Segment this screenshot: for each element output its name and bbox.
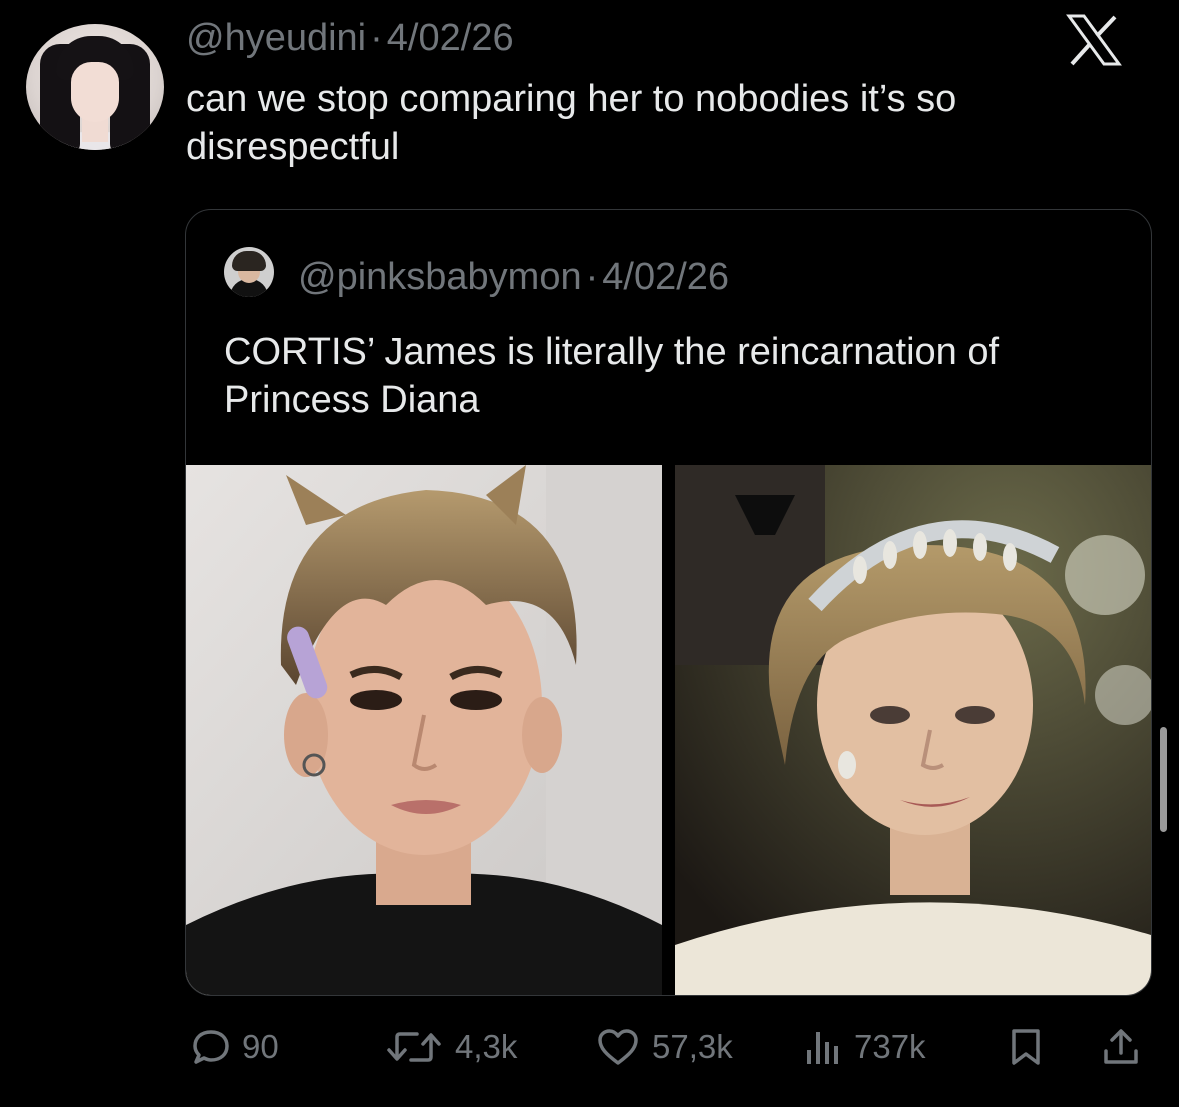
share-upload-icon	[1104, 1029, 1138, 1064]
tweet-text: can we stop comparing her to nobodies it…	[186, 78, 957, 168]
quoted-tweet-text: CORTIS’ James is literally the reincarna…	[224, 331, 1000, 421]
quoted-tweet-card[interactable]: @pinksbabymon · 4/02/26 CORTIS’ James is l…	[185, 209, 1152, 996]
media-photo-right[interactable]	[675, 465, 1151, 995]
photo-young-man-illustration	[186, 465, 662, 995]
bar-chart-icon	[807, 1032, 838, 1064]
media-photo-left[interactable]	[186, 465, 662, 995]
tweet-action-bar: 90 4,3k 57,3k 737k	[0, 1012, 1179, 1082]
bookmark-button[interactable]	[1008, 1012, 1044, 1082]
quoted-avatar-hair	[232, 251, 266, 271]
speech-bubble-icon	[193, 1030, 229, 1064]
scrollbar-thumb[interactable]	[1160, 727, 1167, 832]
tweet-header: @hyeudini · 4/02/26	[186, 14, 514, 62]
share-button[interactable]	[1101, 1012, 1141, 1082]
like-count: 57,3k	[652, 1028, 733, 1065]
repost-count: 4,3k	[455, 1028, 518, 1065]
views-button[interactable]: 737k	[804, 1012, 926, 1082]
views-count: 737k	[854, 1028, 926, 1065]
author-handle[interactable]: @hyeudini	[186, 17, 366, 59]
tweet-date[interactable]: 4/02/26	[387, 17, 514, 59]
repost-arrows-icon	[387, 1032, 441, 1062]
author-avatar[interactable]	[26, 24, 164, 150]
repost-button[interactable]: 4,3k	[385, 1012, 517, 1082]
bookmark-icon	[1012, 1029, 1040, 1065]
quoted-tweet-date[interactable]: 4/02/26	[602, 256, 729, 298]
media-divider	[662, 465, 675, 995]
reply-count: 90	[242, 1028, 279, 1065]
quoted-author-avatar[interactable]	[224, 247, 274, 297]
quoted-author-handle[interactable]: @pinksbabymon	[298, 256, 582, 298]
photo-woman-tiara-illustration	[675, 465, 1151, 995]
like-button[interactable]: 57,3k	[596, 1012, 733, 1082]
quoted-header-separator: ·	[585, 256, 599, 298]
header-separator: ·	[370, 17, 383, 59]
reply-button[interactable]: 90	[192, 1012, 279, 1082]
x-logo-icon	[1066, 14, 1122, 66]
quoted-tweet-header: @pinksbabymon · 4/02/26	[298, 255, 729, 299]
heart-icon	[598, 1029, 638, 1065]
avatar-face	[71, 62, 119, 122]
